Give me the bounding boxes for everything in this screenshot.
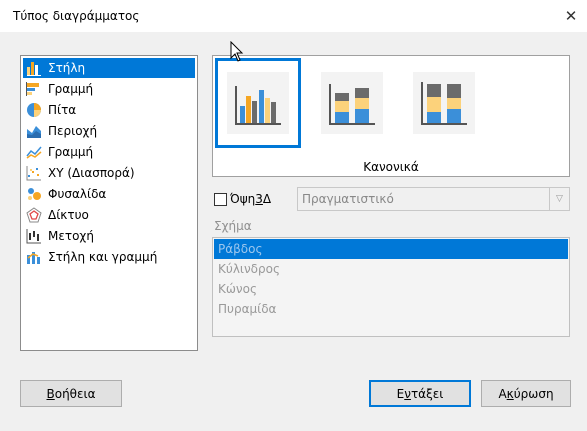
close-button[interactable]: ✕: [555, 0, 587, 32]
chart-type-label: Μετοχή: [48, 229, 94, 243]
title-bar: Τύπος διαγράμματος ✕: [0, 0, 587, 32]
variant-label: Κανονικά: [363, 160, 419, 174]
chart-type-label: Γραμμή: [48, 145, 94, 159]
cancel-post: ύρωση: [513, 386, 554, 401]
chart-type-label: XY (Διασπορά): [48, 166, 135, 180]
area-chart-icon: [27, 126, 41, 138]
stock-chart-icon: [26, 229, 41, 244]
bar-chart-icon: [27, 62, 41, 76]
ok-accel: ν: [404, 386, 411, 401]
chart-type-item-xy-scatter[interactable]: XY (Διασπορά): [23, 163, 195, 183]
chart-type-label: Γραμμή: [48, 82, 94, 96]
chart-type-list[interactable]: Στήλη Γραμμή Πίτα Περιοχή Γραμμή XY (Δια…: [20, 55, 198, 351]
window-title: Τύπος διαγράμματος: [13, 9, 140, 23]
chart-type-item-stock[interactable]: Μετοχή: [23, 226, 195, 246]
chart-type-item-net[interactable]: Δίκτυο: [23, 205, 195, 225]
ok-post: τάξει: [410, 386, 444, 401]
chart-type-item-bubble[interactable]: Φυσαλίδα: [23, 184, 195, 204]
shape-item-pyramid[interactable]: Πυραμίδα: [214, 299, 568, 319]
normal-columns-icon: [227, 72, 289, 134]
chart-type-label: Πίτα: [48, 103, 77, 117]
stacked-columns-icon: [321, 72, 383, 134]
line-chart-icon: [26, 146, 42, 159]
percent-stacked-columns-icon: [413, 72, 475, 134]
cancel-pre: Α: [498, 386, 507, 401]
view-3d-label-pre: Όψη: [230, 192, 256, 206]
scatter-chart-icon: [26, 166, 41, 181]
chart-type-label: Στήλη: [48, 61, 86, 75]
variant-stacked[interactable]: [309, 58, 395, 148]
chart-type-label: Δίκτυο: [48, 208, 89, 222]
chevron-down-icon[interactable]: ▽: [549, 188, 569, 210]
chart-type-item-area[interactable]: Περιοχή: [23, 121, 195, 141]
help-rest: οήθεια: [54, 386, 96, 401]
chart-type-label: Περιοχή: [48, 124, 98, 138]
net-chart-icon: [26, 207, 42, 223]
pie-chart-icon: [27, 103, 41, 117]
cancel-button[interactable]: Ακ ύρωση: [481, 380, 571, 407]
column-line-chart-icon: [27, 252, 40, 264]
chart-type-item-bar[interactable]: Γραμμή: [23, 79, 195, 99]
ok-button[interactable]: Εν τάξει: [369, 380, 471, 407]
shape-item-bar[interactable]: Ράβδος: [214, 239, 568, 259]
variant-normal[interactable]: [215, 58, 301, 148]
view-3d-label-post: Δ: [262, 192, 272, 206]
close-icon: ✕: [564, 7, 578, 25]
shape-item-cone[interactable]: Κώνος: [214, 279, 568, 299]
help-accel: Β: [46, 386, 55, 401]
chart-type-item-column-and-line[interactable]: Στήλη και γραμμή: [23, 247, 195, 267]
view-3d-checkbox[interactable]: Όψη 3Δ: [214, 188, 271, 210]
horizontal-bar-chart-icon: [26, 82, 39, 96]
help-button[interactable]: Βοήθεια: [20, 380, 122, 407]
bubble-chart-icon: [28, 188, 41, 200]
shape-label: Σχήμα: [214, 219, 252, 233]
shape-list[interactable]: Ράβδος Κύλινδρος Κώνος Πυραμίδα: [212, 237, 570, 337]
chart-type-item-pie[interactable]: Πίτα: [23, 100, 195, 120]
mouse-cursor-icon: [230, 41, 244, 62]
chart-type-item-column[interactable]: Στήλη: [23, 58, 195, 78]
variant-percent-stacked[interactable]: [401, 58, 487, 148]
ok-pre: Ε: [396, 386, 405, 401]
view-3d-label-accel: 3: [255, 192, 263, 206]
shape-item-cylinder[interactable]: Κύλινδρος: [214, 259, 568, 279]
cancel-accel: κ: [506, 386, 514, 401]
checkbox-box[interactable]: [214, 192, 227, 206]
scheme-dropdown[interactable]: Πραγματιστικό ▽: [297, 187, 570, 211]
chart-type-label: Στήλη και γραμμή: [48, 250, 158, 264]
chart-type-item-line[interactable]: Γραμμή: [23, 142, 195, 162]
scheme-value: Πραγματιστικό: [302, 192, 394, 206]
chart-variant-panel: Κανονικά: [212, 55, 570, 177]
chart-type-label: Φυσαλίδα: [48, 187, 107, 201]
